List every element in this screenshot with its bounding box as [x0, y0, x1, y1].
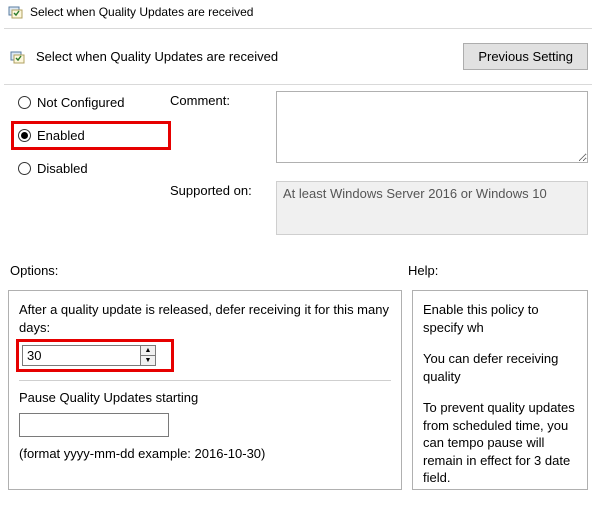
radio-icon[interactable]	[18, 129, 31, 142]
date-format-hint: (format yyyy-mm-dd example: 2016-10-30)	[19, 445, 391, 463]
comment-label: Comment:	[170, 91, 276, 163]
defer-days-input[interactable]	[22, 345, 140, 366]
spinner-buttons: ▲ ▼	[140, 345, 156, 366]
radio-icon[interactable]	[18, 96, 31, 109]
supported-on-value: At least Windows Server 2016 or Windows …	[276, 181, 588, 235]
window-title: Select when Quality Updates are received	[30, 5, 253, 19]
policy-name: Select when Quality Updates are received	[36, 49, 453, 64]
radio-icon[interactable]	[18, 162, 31, 175]
defer-days-label: After a quality update is released, defe…	[19, 301, 391, 336]
radio-label: Disabled	[37, 161, 88, 176]
options-section-label: Options:	[10, 263, 408, 278]
radio-not-configured[interactable]: Not Configured	[18, 95, 158, 110]
defer-days-control: ▲ ▼	[16, 339, 174, 372]
options-panel: After a quality update is released, defe…	[8, 290, 402, 490]
window-titlebar: Select when Quality Updates are received	[0, 0, 596, 28]
comment-input[interactable]	[276, 91, 588, 163]
policy-header-icon	[10, 49, 26, 65]
radio-label: Not Configured	[37, 95, 124, 110]
spinner-up-button[interactable]: ▲	[141, 346, 155, 356]
help-panel: Enable this policy to specify wh You can…	[412, 290, 588, 490]
help-text: You can defer receiving quality	[423, 350, 577, 385]
help-text: Enable this policy to specify wh	[423, 301, 577, 336]
state-radio-group: Not Configured Enabled Disabled	[18, 91, 158, 253]
radio-disabled[interactable]: Disabled	[18, 161, 158, 176]
pause-date-input[interactable]	[19, 413, 169, 437]
policy-header: Select when Quality Updates are received…	[0, 29, 596, 84]
policy-icon	[8, 4, 24, 20]
help-text: To prevent quality updates from schedule…	[423, 399, 577, 487]
divider	[19, 380, 391, 381]
radio-enabled[interactable]: Enabled	[11, 121, 171, 150]
radio-label: Enabled	[37, 128, 85, 143]
supported-on-label: Supported on:	[170, 181, 276, 235]
spinner-down-button[interactable]: ▼	[141, 356, 155, 365]
help-section-label: Help:	[408, 263, 588, 278]
pause-updates-label: Pause Quality Updates starting	[19, 389, 391, 407]
previous-setting-button[interactable]: Previous Setting	[463, 43, 588, 70]
